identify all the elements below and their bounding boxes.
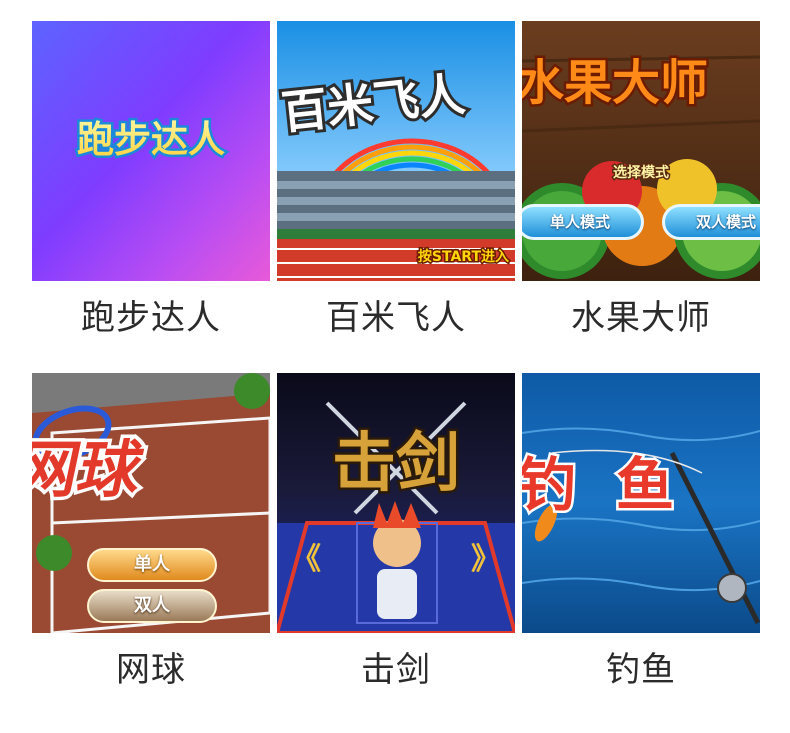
tennis-single-button[interactable]: 单人 — [87, 548, 217, 582]
game-title-tennis: 网球 — [116, 650, 186, 690]
game-thumbnail-sprint[interactable]: 百米飞人 按START进入 — [277, 21, 515, 281]
game-thumbnail-running[interactable]: 跑步达人 — [32, 21, 270, 281]
banner-tennis: 网球 — [32, 434, 149, 506]
mode-prompt: 选择模式 — [613, 164, 669, 181]
prev-arrow[interactable]: 《 — [291, 542, 321, 577]
game-title-fruit: 水果大师 — [571, 298, 711, 338]
game-title-fencing: 击剑 — [361, 650, 431, 690]
banner-running: 跑步达人 — [77, 118, 225, 161]
tennis-double-button[interactable]: 双人 — [87, 589, 217, 623]
game-thumbnail-tennis[interactable]: 网球 单人 双人 — [32, 373, 270, 633]
game-thumbnail-fruit[interactable]: 水果大师 选择模式 单人模式 双人模式 — [522, 21, 760, 281]
banner-fruit: 水果大师 — [522, 55, 708, 111]
start-hint: 按START进入 — [418, 248, 509, 265]
double-mode-button[interactable]: 双人模式 — [662, 204, 760, 240]
game-thumbnail-fishing[interactable]: 钓鱼 — [522, 373, 760, 633]
next-arrow[interactable]: 》 — [471, 542, 501, 577]
game-thumbnail-fencing[interactable]: 击剑 《 》 — [277, 373, 515, 633]
banner-fencing: 击剑 — [332, 427, 460, 501]
game-title-running: 跑步达人 — [81, 298, 221, 338]
game-title-sprint: 百米飞人 — [326, 298, 466, 338]
single-mode-button[interactable]: 单人模式 — [522, 204, 644, 240]
banner-fishing: 钓鱼 — [522, 451, 714, 519]
game-title-fishing: 钓鱼 — [606, 650, 676, 690]
